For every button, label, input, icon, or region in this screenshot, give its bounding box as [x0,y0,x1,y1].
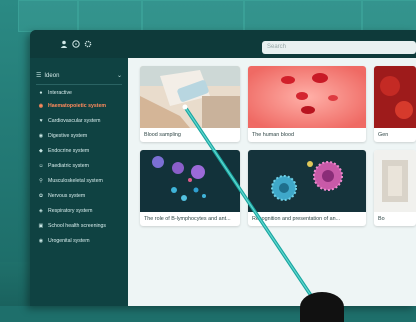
content-card-partial[interactable]: Bo [374,150,416,226]
thumbnail-image [374,66,416,128]
category-label: Ideon [44,73,60,79]
sidebar-item-interactive[interactable]: ● Interactive [38,88,72,99]
kidney-icon: ◉ [38,238,44,244]
sidebar-item-school-health[interactable]: ▣ School health screenings [38,221,106,232]
child-icon: ☺ [38,163,44,169]
content-card-blood-sampling[interactable]: Blood sampling [140,66,240,142]
lungs-icon: ◈ [39,208,43,214]
wall-panel [244,0,362,32]
divider [36,84,122,85]
thumbnail-image [140,150,240,212]
thumbnail-image [248,150,366,212]
sidebar-item-cardiovascular[interactable]: ♥ Cardiovascular system [38,116,100,127]
sidebar-item-urogenital[interactable]: ◉ Urogenital system [38,236,90,247]
content-card-human-blood[interactable]: The human blood [248,66,366,142]
sidebar-item-digestive[interactable]: ◉ Digestive system [38,131,87,142]
sidebar-item-paediatric[interactable]: ☺ Paediatric system [38,161,89,172]
sidebar-item-endocrine[interactable]: ◆ Endocrine system [38,146,89,157]
vr-controller [300,292,344,322]
sidebar: ☰ Ideon ⌄ ● Interactive ◉ Haematopoietic sy… [30,58,128,306]
wall-panel [18,0,78,32]
top-bar: Search [30,30,416,58]
card-title: The human blood [252,132,294,138]
gland-icon: ◆ [39,148,43,154]
card-title: The role of B-lymphocytes and ant... [144,216,231,222]
sidebar-item-respiratory[interactable]: ◈ Respiratory system [38,206,92,217]
card-title: Bo [378,216,385,222]
wall-panel [78,0,142,32]
school-icon: ▣ [38,223,44,229]
user-icon[interactable] [60,40,68,48]
sidebar-item-musculoskeletal[interactable]: ⚲ Musculoskeletal system [38,176,103,187]
category-icon: ☰ [36,73,42,79]
content-card-recognition[interactable]: Recognition and presentation of an... [248,150,366,226]
chevron-down-icon: ⌄ [116,73,122,79]
content-card-partial[interactable]: Gen [374,66,416,142]
chat-icon[interactable] [72,40,80,48]
bone-icon: ⚲ [39,178,43,184]
wall-panel [142,0,244,32]
app-window: Search ☰ Ideon ⌄ ● Interactive ◉ Haematopoi… [30,30,416,306]
thumbnail-image [140,66,240,128]
search-input[interactable]: Search [262,41,416,54]
thumbnail-image [374,150,416,212]
circle-icon: ● [39,90,43,96]
heart-icon: ♥ [39,118,43,124]
wall-panel [362,0,416,32]
category-selector[interactable]: ☰ Ideon ⌄ [36,70,126,82]
card-title: Blood sampling [144,132,181,138]
content-grid: Blood sampling The human blood Gen The r… [128,58,416,306]
sidebar-item-haematopoietic[interactable]: ◉ Haematopoietic system [38,101,106,112]
thumbnail-image [248,66,366,128]
card-title: Recognition and presentation of an... [252,216,341,222]
stomach-icon: ◉ [38,133,44,139]
brain-icon: ✿ [38,193,44,199]
card-title: Gen [378,132,389,138]
settings-icon[interactable] [84,40,92,48]
content-card-b-lymphocytes[interactable]: The role of B-lymphocytes and ant... [140,150,240,226]
drop-icon: ◉ [38,103,44,109]
sidebar-item-nervous[interactable]: ✿ Nervous system [38,191,85,202]
